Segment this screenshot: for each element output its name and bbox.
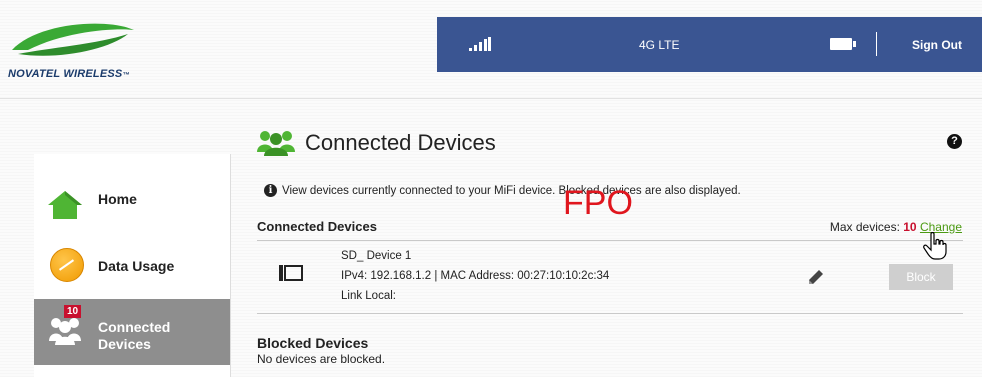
sign-out-link[interactable]: Sign Out [912,38,962,52]
page-title: Connected Devices [305,130,496,155]
sidebar-item-label: Connected Devices [98,319,171,352]
status-bar: 4G LTE Sign Out [437,17,982,72]
help-icon[interactable]: ? [947,134,962,149]
sidebar-item-label: Home [98,191,137,207]
info-text: View devices currently connected to your… [282,185,741,197]
device-count-badge: 10 [64,305,82,318]
max-devices-value: 10 [903,220,917,234]
sidebar-item-data-usage[interactable]: Data Usage [34,234,230,296]
fpo-placeholder-label: FPO [563,184,633,222]
divider [257,313,963,314]
sidebar-nav: Home Data Usage 10 Connected Devices [34,154,231,377]
connected-devices-icon [257,131,295,156]
blocked-devices-heading: Blocked Devices [257,335,369,351]
home-icon [48,191,82,219]
battery-icon [830,38,856,50]
connected-devices-heading: Connected Devices [257,219,377,234]
signal-strength-icon [469,37,491,51]
device-name: SD_ Device 1 [341,250,412,262]
gauge-icon [50,248,84,282]
block-device-button[interactable]: Block [889,264,953,290]
swoosh-icon [12,23,134,56]
device-address: IPv4: 192.168.1.2 | MAC Address: 00:27:1… [341,270,610,282]
device-icon [279,265,303,281]
divider [257,240,963,241]
divider [876,32,877,56]
users-icon [49,318,81,345]
logo-text: NOVATEL WIRELESS™ [8,68,130,80]
max-devices-label: Max devices: [829,220,900,234]
blocked-devices-empty: No devices are blocked. [257,352,386,366]
sidebar-item-home[interactable]: Home [34,167,230,229]
sidebar-item-connected-devices[interactable]: 10 Connected Devices [34,299,230,365]
network-type: 4G LTE [639,38,680,52]
info-icon: i [264,184,277,197]
hand-cursor-icon [923,232,947,260]
device-link-local: Link Local: [341,290,396,302]
header-divider [0,98,982,99]
edit-pencil-icon[interactable] [808,269,824,285]
sidebar-item-label: Data Usage [98,258,175,274]
